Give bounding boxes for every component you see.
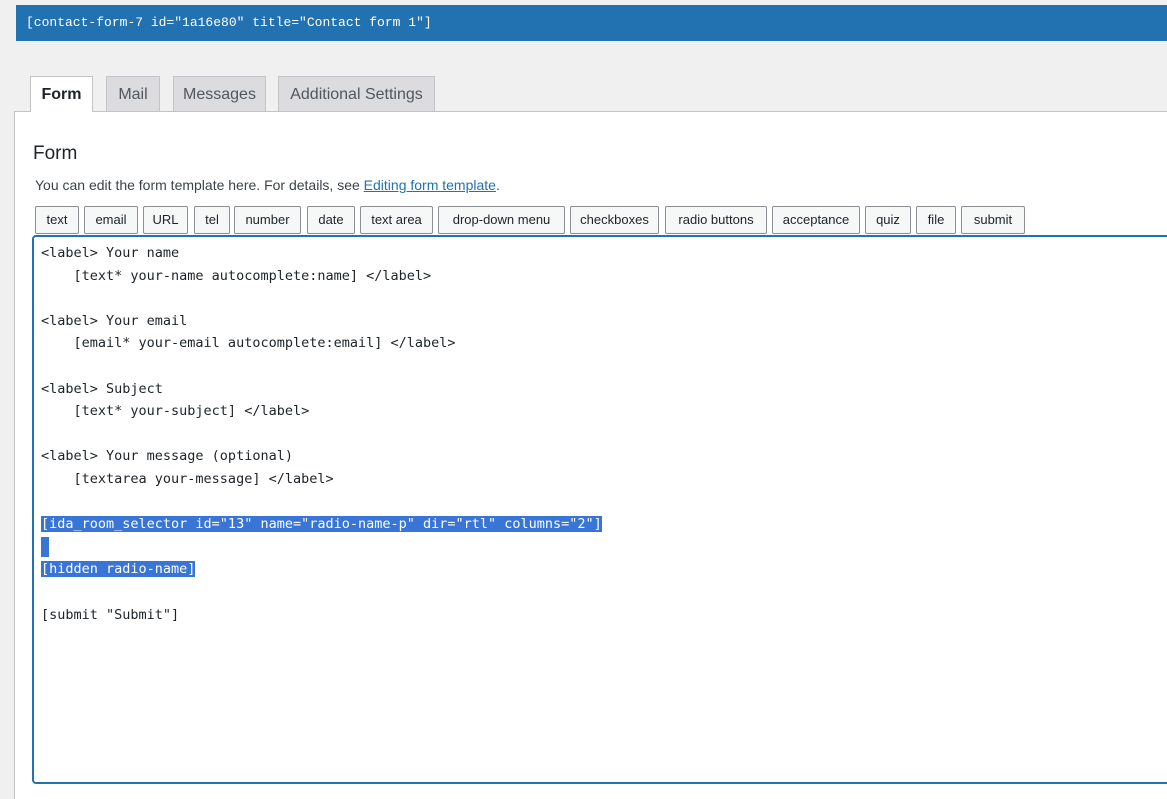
code-line-text: <label> Your email bbox=[41, 312, 188, 329]
tag-button-email[interactable]: email bbox=[84, 206, 138, 234]
tag-button-textarea[interactable]: text area bbox=[360, 206, 433, 234]
shortcode-bar[interactable]: [contact-form-7 id="1a16e80" title="Cont… bbox=[16, 5, 1167, 41]
code-line: [email* your-email autocomplete:email] <… bbox=[41, 333, 456, 353]
code-line: <label> Your name bbox=[41, 243, 179, 263]
tag-button-submit[interactable]: submit bbox=[961, 206, 1025, 234]
code-line: <label> Your email bbox=[41, 311, 187, 331]
tag-button-file[interactable]: file bbox=[916, 206, 956, 234]
code-line-text: [email* your-email autocomplete:email] <… bbox=[41, 335, 456, 352]
code-line: [submit "Submit"] bbox=[41, 605, 179, 625]
tag-button-acceptance[interactable]: acceptance bbox=[772, 206, 860, 234]
code-line-text: [hidden radio-name] bbox=[41, 561, 196, 578]
form-template-editor[interactable]: <label> Your name [text* your-name autoc… bbox=[32, 235, 1167, 784]
code-line-text: [text* your-name autocomplete:name] </la… bbox=[41, 267, 432, 284]
code-line: <label> Subject bbox=[41, 379, 163, 399]
tag-button-checkboxes[interactable]: checkboxes bbox=[570, 206, 659, 234]
tab-mail[interactable]: Mail bbox=[106, 76, 160, 111]
tag-button-text[interactable]: text bbox=[35, 206, 79, 234]
code-line-text: <label> Your name bbox=[41, 245, 180, 261]
tag-button-dropdown-menu[interactable]: drop-down menu bbox=[438, 206, 565, 234]
code-line-text: [ida_room_selector id="13" name="radio-n… bbox=[41, 516, 602, 533]
tab-form[interactable]: Form bbox=[30, 76, 93, 112]
code-line-text: <label> Subject bbox=[41, 380, 163, 397]
tab-messages[interactable]: Messages bbox=[173, 76, 266, 111]
code-line-text: [text* your-subject] </label> bbox=[41, 403, 310, 420]
code-line: [text* your-name autocomplete:name] </la… bbox=[41, 266, 432, 286]
tag-button-date[interactable]: date bbox=[307, 206, 355, 234]
code-line: <label> Your message (optional) bbox=[41, 446, 293, 466]
description-text: You can edit the form template here. For… bbox=[35, 177, 364, 193]
description-suffix: . bbox=[495, 177, 500, 193]
form-description: You can edit the form template here. For… bbox=[35, 177, 500, 193]
tag-button-radio-buttons[interactable]: radio buttons bbox=[665, 206, 767, 234]
code-line-text: [textarea your-message] </label> bbox=[41, 471, 334, 487]
code-line bbox=[41, 536, 49, 557]
section-title: Form bbox=[33, 143, 78, 164]
tag-button-tel[interactable]: tel bbox=[194, 206, 230, 234]
editing-form-template-link[interactable]: Editing form template bbox=[364, 177, 496, 193]
code-line: [ida_room_selector id="13" name="radio-n… bbox=[41, 514, 602, 534]
code-line-text bbox=[41, 536, 49, 557]
tag-button-number[interactable]: number bbox=[234, 206, 301, 234]
code-line: [text* your-subject] </label> bbox=[41, 401, 310, 421]
code-line: [textarea your-message] </label> bbox=[41, 469, 334, 489]
code-line-text: [submit "Submit"] bbox=[41, 606, 180, 623]
tag-button-quiz[interactable]: quiz bbox=[865, 206, 911, 234]
tab-additional-settings[interactable]: Additional Settings bbox=[278, 76, 435, 111]
code-line-text: <label> Your message (optional) bbox=[41, 448, 293, 465]
code-line: [hidden radio-name] bbox=[41, 559, 196, 579]
tag-button-url[interactable]: URL bbox=[143, 206, 188, 234]
